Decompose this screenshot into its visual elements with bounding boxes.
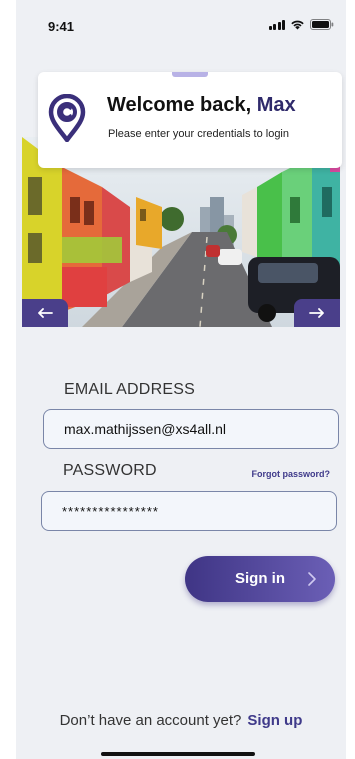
login-screen: 9:41 Welcome back, Max Please enter your… [16, 0, 346, 759]
password-field[interactable]: **************** [41, 491, 337, 531]
location-pin-logo [48, 93, 86, 147]
sign-in-label: Sign in [235, 570, 285, 587]
arrow-left-icon [38, 308, 53, 318]
home-indicator [101, 752, 255, 756]
password-label: PASSWORD [63, 462, 157, 479]
next-image-button[interactable] [294, 299, 340, 327]
sign-up-link[interactable]: Sign up [247, 712, 302, 729]
signal-icon [268, 19, 285, 30]
card-handle [172, 72, 208, 77]
forgot-password-link[interactable]: Forgot password? [252, 469, 331, 479]
welcome-title: Welcome back, Max [107, 94, 296, 117]
arrow-right-icon [309, 308, 324, 318]
user-name: Max [256, 94, 296, 116]
email-label: EMAIL ADDRESS [64, 381, 195, 398]
status-bar: 9:41 [16, 0, 346, 48]
footer: Don’t have an account yet? Sign up [16, 712, 346, 729]
wifi-icon [290, 19, 305, 30]
battery-icon [310, 19, 334, 30]
chevron-right-icon [308, 572, 316, 586]
welcome-card: Welcome back, Max Please enter your cred… [38, 72, 342, 168]
signup-prompt: Don’t have an account yet? [59, 712, 242, 729]
welcome-subtitle: Please enter your credentials to login [108, 128, 289, 140]
email-field[interactable]: max.mathijssen@xs4all.nl [43, 409, 339, 449]
sign-in-button[interactable]: Sign in [185, 556, 335, 602]
status-icons [268, 19, 335, 30]
previous-image-button[interactable] [22, 299, 68, 327]
status-time: 9:41 [48, 19, 75, 34]
welcome-prefix: Welcome back, [107, 94, 252, 116]
